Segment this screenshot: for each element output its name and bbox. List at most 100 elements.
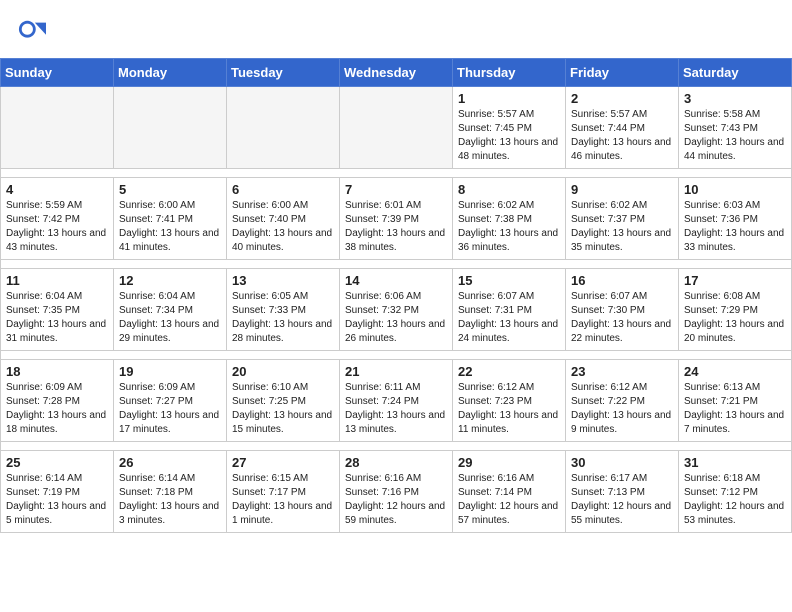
day-number: 14 [345,273,447,288]
calendar-day-cell: 29 Sunrise: 6:16 AM Sunset: 7:14 PM Dayli… [453,451,566,533]
day-number: 11 [6,273,108,288]
calendar-day-cell: 27 Sunrise: 6:15 AM Sunset: 7:17 PM Dayli… [227,451,340,533]
week-spacer-row [1,351,792,360]
day-number: 27 [232,455,334,470]
calendar-day-cell: 19 Sunrise: 6:09 AM Sunset: 7:27 PM Dayli… [114,360,227,442]
day-number: 18 [6,364,108,379]
calendar-day-cell [114,87,227,169]
calendar-day-cell: 10Sunrise: 6:03 AM Sunset: 7:36 PM Dayli… [679,178,792,260]
day-info: Sunrise: 6:09 AM Sunset: 7:27 PM Dayligh… [119,381,221,437]
day-number: 9 [571,182,673,197]
calendar-day-cell: 3 Sunrise: 5:58 AM Sunset: 7:43 PM Daylig… [679,87,792,169]
day-info: Sunrise: 6:14 AM Sunset: 7:19 PM Dayligh… [6,472,108,528]
day-number: 31 [684,455,786,470]
calendar-day-cell: 30 Sunrise: 6:17 AM Sunset: 7:13 PM Dayli… [566,451,679,533]
calendar-week-row: 25 Sunrise: 6:14 AM Sunset: 7:19 PM Dayli… [1,451,792,533]
calendar-day-cell: 11 Sunrise: 6:04 AM Sunset: 7:35 PM Dayli… [1,269,114,351]
calendar-day-cell: 12 Sunrise: 6:04 AM Sunset: 7:34 PM Dayli… [114,269,227,351]
calendar-day-cell [227,87,340,169]
day-info: Sunrise: 6:16 AM Sunset: 7:14 PM Dayligh… [458,472,560,528]
day-number: 30 [571,455,673,470]
calendar-day-cell: 14 Sunrise: 6:06 AM Sunset: 7:32 PM Dayli… [340,269,453,351]
day-number: 17 [684,273,786,288]
calendar-day-cell: 13Sunrise: 6:05 AM Sunset: 7:33 PM Dayli… [227,269,340,351]
day-info: Sunrise: 6:16 AM Sunset: 7:16 PM Dayligh… [345,472,447,528]
day-number: 28 [345,455,447,470]
day-number: 26 [119,455,221,470]
day-number: 25 [6,455,108,470]
day-number: 24 [684,364,786,379]
calendar-week-row: 1 Sunrise: 5:57 AM Sunset: 7:45 PM Daylig… [1,87,792,169]
day-info: Sunrise: 6:12 AM Sunset: 7:23 PM Dayligh… [458,381,560,437]
day-info: Sunrise: 6:07 AM Sunset: 7:31 PM Dayligh… [458,290,560,346]
calendar-day-cell: 17 Sunrise: 6:08 AM Sunset: 7:29 PM Dayli… [679,269,792,351]
day-info: Sunrise: 6:15 AM Sunset: 7:17 PM Dayligh… [232,472,334,528]
weekday-header: Saturday [679,59,792,87]
week-spacer-row [1,260,792,269]
day-info: Sunrise: 5:57 AM Sunset: 7:45 PM Dayligh… [458,108,560,164]
calendar-day-cell: 7 Sunrise: 6:01 AM Sunset: 7:39 PM Daylig… [340,178,453,260]
calendar-day-cell [1,87,114,169]
day-info: Sunrise: 6:10 AM Sunset: 7:25 PM Dayligh… [232,381,334,437]
day-number: 16 [571,273,673,288]
calendar-day-cell: 15Sunrise: 6:07 AM Sunset: 7:31 PM Dayli… [453,269,566,351]
day-info: Sunrise: 6:04 AM Sunset: 7:34 PM Dayligh… [119,290,221,346]
day-number: 4 [6,182,108,197]
calendar-day-cell: 22 Sunrise: 6:12 AM Sunset: 7:23 PM Dayli… [453,360,566,442]
calendar-day-cell: 6Sunrise: 6:00 AM Sunset: 7:40 PM Daylig… [227,178,340,260]
calendar-day-cell: 9Sunrise: 6:02 AM Sunset: 7:37 PM Daylig… [566,178,679,260]
day-info: Sunrise: 6:18 AM Sunset: 7:12 PM Dayligh… [684,472,786,528]
week-spacer-row [1,169,792,178]
calendar-day-cell: 24 Sunrise: 6:13 AM Sunset: 7:21 PM Dayli… [679,360,792,442]
calendar-day-cell: 25 Sunrise: 6:14 AM Sunset: 7:19 PM Dayli… [1,451,114,533]
week-spacer-row [1,442,792,451]
calendar-header-row: SundayMondayTuesdayWednesdayThursdayFrid… [1,59,792,87]
day-info: Sunrise: 6:08 AM Sunset: 7:29 PM Dayligh… [684,290,786,346]
calendar-day-cell: 5 Sunrise: 6:00 AM Sunset: 7:41 PM Daylig… [114,178,227,260]
calendar-day-cell [340,87,453,169]
day-number: 5 [119,182,221,197]
day-number: 2 [571,91,673,106]
weekday-header: Wednesday [340,59,453,87]
weekday-header: Thursday [453,59,566,87]
day-info: Sunrise: 6:13 AM Sunset: 7:21 PM Dayligh… [684,381,786,437]
calendar-day-cell: 23Sunrise: 6:12 AM Sunset: 7:22 PM Dayli… [566,360,679,442]
day-number: 7 [345,182,447,197]
day-number: 8 [458,182,560,197]
weekday-header: Sunday [1,59,114,87]
day-info: Sunrise: 6:02 AM Sunset: 7:38 PM Dayligh… [458,199,560,255]
day-number: 22 [458,364,560,379]
day-info: Sunrise: 6:11 AM Sunset: 7:24 PM Dayligh… [345,381,447,437]
day-info: Sunrise: 6:00 AM Sunset: 7:41 PM Dayligh… [119,199,221,255]
day-number: 12 [119,273,221,288]
calendar-day-cell: 20Sunrise: 6:10 AM Sunset: 7:25 PM Dayli… [227,360,340,442]
day-info: Sunrise: 6:04 AM Sunset: 7:35 PM Dayligh… [6,290,108,346]
calendar-day-cell: 2 Sunrise: 5:57 AM Sunset: 7:44 PM Daylig… [566,87,679,169]
logo [18,18,50,46]
day-info: Sunrise: 6:09 AM Sunset: 7:28 PM Dayligh… [6,381,108,437]
day-number: 13 [232,273,334,288]
calendar-week-row: 4 Sunrise: 5:59 AM Sunset: 7:42 PM Daylig… [1,178,792,260]
day-info: Sunrise: 5:58 AM Sunset: 7:43 PM Dayligh… [684,108,786,164]
day-info: Sunrise: 6:00 AM Sunset: 7:40 PM Dayligh… [232,199,334,255]
calendar-day-cell: 1 Sunrise: 5:57 AM Sunset: 7:45 PM Daylig… [453,87,566,169]
logo-icon [18,18,46,46]
weekday-header: Tuesday [227,59,340,87]
day-info: Sunrise: 6:07 AM Sunset: 7:30 PM Dayligh… [571,290,673,346]
day-info: Sunrise: 6:03 AM Sunset: 7:36 PM Dayligh… [684,199,786,255]
calendar-table: SundayMondayTuesdayWednesdayThursdayFrid… [0,58,792,533]
calendar-day-cell: 28 Sunrise: 6:16 AM Sunset: 7:16 PM Dayli… [340,451,453,533]
day-number: 29 [458,455,560,470]
calendar-week-row: 11 Sunrise: 6:04 AM Sunset: 7:35 PM Dayli… [1,269,792,351]
day-info: Sunrise: 6:17 AM Sunset: 7:13 PM Dayligh… [571,472,673,528]
day-info: Sunrise: 5:57 AM Sunset: 7:44 PM Dayligh… [571,108,673,164]
day-info: Sunrise: 6:01 AM Sunset: 7:39 PM Dayligh… [345,199,447,255]
day-number: 3 [684,91,786,106]
calendar-day-cell: 4 Sunrise: 5:59 AM Sunset: 7:42 PM Daylig… [1,178,114,260]
day-number: 1 [458,91,560,106]
day-number: 19 [119,364,221,379]
day-info: Sunrise: 5:59 AM Sunset: 7:42 PM Dayligh… [6,199,108,255]
calendar-day-cell: 8 Sunrise: 6:02 AM Sunset: 7:38 PM Daylig… [453,178,566,260]
day-info: Sunrise: 6:06 AM Sunset: 7:32 PM Dayligh… [345,290,447,346]
calendar-day-cell: 16 Sunrise: 6:07 AM Sunset: 7:30 PM Dayli… [566,269,679,351]
